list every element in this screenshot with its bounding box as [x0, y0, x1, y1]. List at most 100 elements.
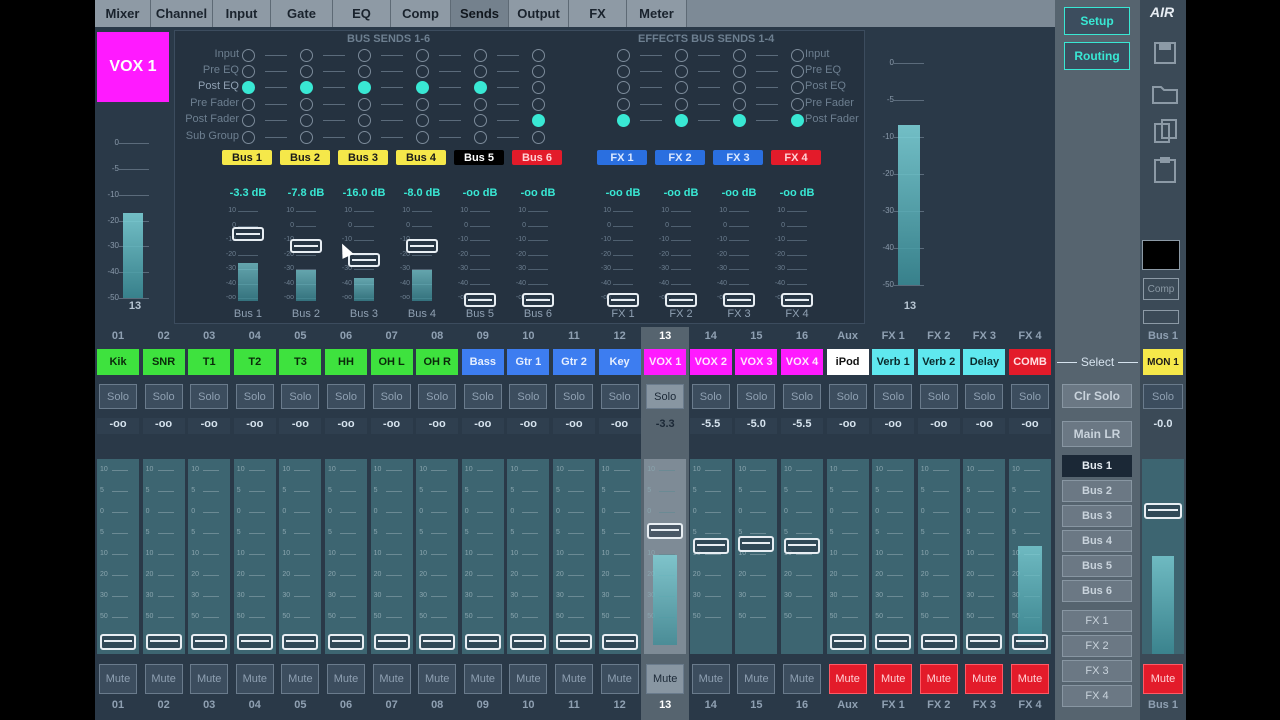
fx-tap-radio[interactable] — [617, 81, 630, 94]
strip-solo-button[interactable]: Solo — [965, 384, 1004, 409]
strip-name-button[interactable]: Gtr 1 — [507, 349, 550, 375]
mon1-name-button[interactable]: MON 1 — [1143, 349, 1183, 375]
fx-tap-radio[interactable] — [733, 114, 746, 127]
bus-send-button[interactable]: Bus 6 — [512, 150, 562, 165]
bus-tap-radio[interactable] — [300, 131, 313, 144]
strip-mute-button[interactable]: Mute — [235, 664, 274, 694]
strip-name-button[interactable]: SNR — [142, 349, 185, 375]
fx-send-fader[interactable] — [665, 293, 697, 307]
bus-tap-radio[interactable] — [358, 65, 371, 78]
fx-send-button[interactable]: FX 4 — [771, 150, 821, 165]
bus-send-fader[interactable] — [464, 293, 496, 307]
strip-solo-button[interactable]: Solo — [144, 384, 183, 409]
fx-tap-radio[interactable] — [791, 65, 804, 78]
fx-tap-radio[interactable] — [617, 98, 630, 111]
clear-solo-button[interactable]: Clr Solo — [1062, 384, 1132, 408]
bus-tap-radio[interactable] — [532, 131, 545, 144]
strip-name-button[interactable]: OH L — [370, 349, 413, 375]
selected-channel-label[interactable]: VOX 1 — [97, 32, 169, 102]
bus-tap-radio[interactable] — [242, 98, 255, 111]
strip-name-button[interactable]: Kik — [97, 349, 139, 375]
tab-fx[interactable]: FX — [569, 0, 627, 27]
fx-tap-radio[interactable] — [791, 81, 804, 94]
bus-tap-radio[interactable] — [242, 114, 255, 127]
strip-mute-button[interactable]: Mute — [919, 664, 958, 694]
bus-tap-radio[interactable] — [358, 49, 371, 62]
strip-mute-button[interactable]: Mute — [372, 664, 411, 694]
sidebar-bus-4[interactable]: Bus 4 — [1062, 530, 1132, 552]
bus-tap-radio[interactable] — [300, 65, 313, 78]
strip-mute-button[interactable]: Mute — [783, 664, 821, 694]
strip-name-button[interactable]: Key — [598, 349, 641, 375]
bus-tap-radio[interactable] — [474, 98, 487, 111]
strip-solo-button[interactable]: Solo — [691, 384, 730, 409]
bus-tap-radio[interactable] — [532, 114, 545, 127]
strip-solo-button[interactable]: Solo — [874, 384, 913, 409]
bus-tap-radio[interactable] — [242, 49, 255, 62]
strip-solo-button[interactable]: Solo — [1011, 384, 1049, 409]
bus-tap-radio[interactable] — [358, 81, 371, 94]
fx-tap-radio[interactable] — [733, 49, 746, 62]
strip-fader-knob[interactable] — [191, 634, 228, 650]
strip-fader-knob[interactable] — [145, 634, 182, 650]
strip-mute-button[interactable]: Mute — [737, 664, 776, 694]
sidebar-bus-2[interactable]: Bus 2 — [1062, 480, 1132, 502]
strip-mute-button[interactable]: Mute — [281, 664, 320, 694]
strip-fader-knob[interactable] — [875, 634, 912, 650]
strip-mute-button[interactable]: Mute — [144, 664, 183, 694]
fx-tap-radio[interactable] — [733, 65, 746, 78]
strip-name-button[interactable]: T1 — [188, 349, 231, 375]
strip-fader-knob[interactable] — [1012, 634, 1048, 650]
tab-sends[interactable]: Sends — [451, 0, 509, 27]
fx-send-fader[interactable] — [607, 293, 639, 307]
strip-fader-knob[interactable] — [510, 634, 547, 650]
strip-solo-button[interactable]: Solo — [828, 384, 867, 409]
strip-mute-button[interactable]: Mute — [99, 664, 137, 694]
bus-tap-radio[interactable] — [242, 65, 255, 78]
bus-send-fader[interactable] — [348, 253, 380, 268]
fx-tap-radio[interactable] — [675, 114, 688, 127]
strip-fader-knob[interactable] — [601, 634, 638, 650]
strip-solo-button[interactable]: Solo — [235, 384, 274, 409]
sidebar-bus-1[interactable]: Bus 1 — [1062, 455, 1132, 477]
strip-solo-button[interactable]: Solo — [783, 384, 821, 409]
strip-solo-button[interactable]: Solo — [555, 384, 593, 409]
fx-tap-radio[interactable] — [791, 49, 804, 62]
bus-send-button[interactable]: Bus 4 — [396, 150, 446, 165]
strip-solo-button[interactable]: Solo — [919, 384, 958, 409]
strip-name-button[interactable]: Gtr 2 — [553, 349, 595, 375]
fx-tap-radio[interactable] — [733, 98, 746, 111]
tab-channel[interactable]: Channel — [151, 0, 213, 27]
main-lr-button[interactable]: Main LR — [1062, 421, 1132, 447]
strip-mute-button[interactable]: Mute — [555, 664, 593, 694]
strip-name-button[interactable]: HH — [325, 349, 367, 375]
strip-mute-button[interactable]: Mute — [190, 664, 229, 694]
comp-button[interactable]: Comp — [1143, 278, 1179, 300]
fx-send-button[interactable]: FX 1 — [597, 150, 647, 165]
sidebar-bus-3[interactable]: Bus 3 — [1062, 505, 1132, 527]
strip-mute-button[interactable]: Mute — [418, 664, 457, 694]
bus-tap-radio[interactable] — [532, 98, 545, 111]
strip-solo-button[interactable]: Solo — [418, 384, 457, 409]
strip-fader-knob[interactable] — [100, 634, 136, 650]
strip-mute-button[interactable]: Mute — [463, 664, 502, 694]
bus-tap-radio[interactable] — [358, 131, 371, 144]
strip-fader-knob[interactable] — [464, 634, 501, 650]
strip-fader-knob[interactable] — [738, 536, 775, 553]
strip-mute-button[interactable]: Mute — [646, 664, 685, 694]
strip-solo-button[interactable]: Solo — [190, 384, 229, 409]
tab-meter[interactable]: Meter — [627, 0, 687, 27]
strip-solo-button[interactable]: Solo — [327, 384, 365, 409]
strip-mute-button[interactable]: Mute — [874, 664, 913, 694]
strip-fader-knob[interactable] — [236, 634, 273, 650]
strip-fader-knob[interactable] — [692, 538, 729, 555]
fx-tap-radio[interactable] — [617, 65, 630, 78]
fx-tap-radio[interactable] — [617, 114, 630, 127]
strip-fader-knob[interactable] — [784, 538, 820, 555]
strip-name-button[interactable]: iPod — [826, 349, 869, 375]
fx-tap-radio[interactable] — [617, 49, 630, 62]
sidebar-fx-2[interactable]: FX 2 — [1062, 635, 1132, 657]
strip-name-button[interactable]: T2 — [233, 349, 276, 375]
bus-tap-radio[interactable] — [474, 81, 487, 94]
strip-solo-button[interactable]: Solo — [99, 384, 137, 409]
